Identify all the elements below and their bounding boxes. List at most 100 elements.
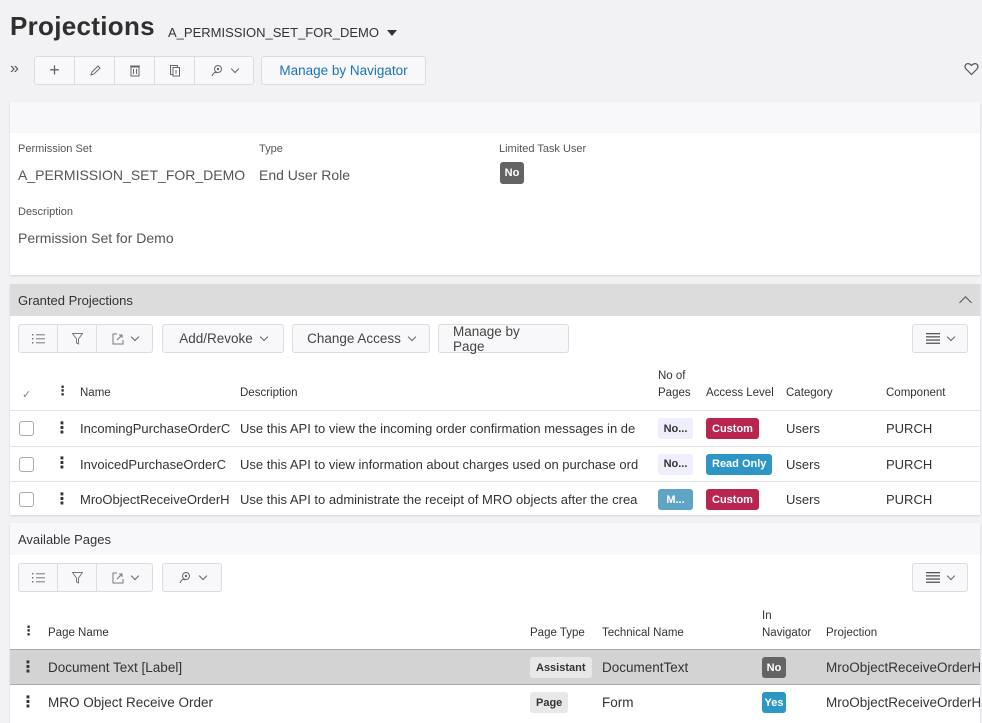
row-menu-icon[interactable]: ⋮ — [54, 447, 70, 482]
column-header-name[interactable]: Name — [80, 385, 111, 402]
in-navigator-line1: In — [762, 610, 772, 622]
access-level-badge: Custom — [706, 418, 759, 439]
column-settings-button[interactable] — [912, 563, 968, 592]
user-action-menu[interactable] — [195, 57, 253, 84]
cell-category: Users — [786, 456, 820, 472]
cell-page-name[interactable]: Document Text [Label] — [48, 650, 182, 685]
cell-component: PURCH — [886, 456, 933, 472]
column-header-projection[interactable]: Projection — [826, 625, 877, 642]
no-of-pages-badge: No... — [658, 453, 693, 475]
cell-component: PURCH — [886, 492, 933, 507]
column-header-technical-name[interactable]: Technical Name — [602, 625, 684, 642]
table-row[interactable]: ⋮ MroObjectReceiveOrderH Use this API to a… — [10, 481, 980, 516]
column-header-page-type[interactable]: Page Type — [530, 625, 585, 642]
no-of-pages-badge: M... — [658, 489, 693, 510]
description-label: Description — [18, 206, 74, 218]
granted-projections-header[interactable]: Granted Projections — [10, 284, 980, 316]
limited-task-user-badge: No — [500, 162, 524, 184]
table-row[interactable]: ⋮ IncomingPurchaseOrderC Use this API to v… — [10, 410, 980, 445]
page-type-badge: Page — [530, 692, 569, 713]
add-revoke-button[interactable]: Add/Revoke — [162, 324, 284, 353]
user-action-icon — [211, 65, 222, 77]
row-menu-icon[interactable]: ⋮ — [54, 482, 70, 517]
record-toolbar: + — [34, 56, 254, 85]
column-header-category[interactable]: Category — [786, 385, 833, 402]
row-menu-icon[interactable]: ⋮ — [54, 411, 70, 446]
cell-projection: MroObjectReceiveOrderH — [826, 695, 980, 710]
access-level-badge: Read Only — [706, 453, 773, 475]
column-header-page-name[interactable]: Page Name — [48, 625, 109, 642]
export-icon — [112, 572, 123, 583]
chevron-down-icon — [259, 332, 269, 342]
user-action-menu[interactable] — [163, 564, 221, 591]
export-icon — [112, 333, 123, 344]
column-header-description[interactable]: Description — [240, 385, 298, 402]
cell-page-name[interactable]: MRO Object Receive Order — [48, 685, 213, 720]
export-menu[interactable] — [97, 564, 152, 591]
user-action-icon — [179, 572, 190, 584]
row-menu-icon[interactable]: ⋮ — [20, 685, 36, 720]
filter-icon[interactable] — [58, 325, 97, 352]
permission-set-value: A_PERMISSION_SET_FOR_DEMO — [18, 167, 246, 183]
add-revoke-label: Add/Revoke — [179, 331, 253, 346]
cell-category: Users — [786, 492, 820, 507]
row-checkbox[interactable] — [19, 492, 34, 507]
change-access-label: Change Access — [307, 331, 401, 346]
row-menu-icon[interactable]: ⋮ — [20, 650, 36, 685]
filter-icon[interactable] — [58, 564, 97, 591]
page-title: Projections — [10, 11, 155, 41]
in-navigator-badge: Yes — [762, 692, 786, 713]
column-header-access-level[interactable]: Access Level — [706, 385, 774, 402]
cell-name[interactable]: InvoicedPurchaseOrderC — [80, 447, 230, 482]
column-settings-button[interactable] — [912, 324, 968, 353]
column-header-no-of-pages[interactable]: No of Pages — [658, 368, 691, 402]
export-menu[interactable] — [97, 325, 152, 352]
delete-icon[interactable] — [115, 57, 155, 84]
limited-task-user-label: Limited Task User — [499, 143, 587, 155]
add-icon[interactable]: + — [35, 57, 75, 84]
cell-description: Use this API to administrate the receipt… — [240, 492, 638, 507]
density-icon — [926, 572, 940, 583]
cell-technical-name: DocumentText — [602, 660, 689, 675]
edit-icon[interactable] — [75, 57, 115, 84]
cell-technical-name: Form — [602, 695, 634, 710]
cell-component: PURCH — [886, 421, 933, 436]
details-card: Permission Set A_PERMISSION_SET_FOR_DEMO… — [10, 102, 980, 275]
pages-user-action-group — [162, 563, 222, 592]
granted-projections-section: Granted Projections Add/Revoke Change Ac… — [10, 284, 980, 515]
cell-description: Use this API to view the incoming order … — [240, 421, 636, 436]
select-all-check-icon[interactable]: ✓ — [22, 388, 31, 401]
page-type-badge: Assistant — [530, 657, 592, 678]
change-access-button[interactable]: Change Access — [292, 324, 430, 353]
duplicate-icon[interactable] — [155, 57, 195, 84]
manage-by-navigator-button[interactable]: Manage by Navigator — [261, 56, 426, 85]
heart-icon[interactable] — [964, 62, 979, 81]
column-menu-icon[interactable]: ⋮ — [56, 384, 69, 397]
cell-projection: MroObjectReceiveOrderH — [826, 660, 980, 675]
collapse-icon[interactable] — [959, 295, 972, 309]
column-menu-icon[interactable]: ⋮ — [22, 624, 35, 637]
access-level-badge: Custom — [706, 489, 759, 510]
cell-name[interactable]: IncomingPurchaseOrderC — [80, 411, 230, 446]
in-navigator-line2: Navigator — [762, 627, 812, 639]
expand-icon[interactable]: » — [10, 60, 19, 78]
granted-projections-title: Granted Projections — [18, 292, 133, 308]
row-checkbox[interactable] — [19, 456, 34, 472]
table-row[interactable]: ⋮ Document Text [Label] Assistant DocumentT… — [10, 649, 980, 684]
row-checkbox[interactable] — [19, 421, 34, 436]
manage-by-page-button[interactable]: Manage by Page — [438, 324, 569, 354]
list-icon[interactable] — [19, 564, 58, 591]
record-selector[interactable]: A_PERMISSION_SET_FOR_DEMO — [168, 25, 397, 40]
table-row[interactable]: ⋮ InvoicedPurchaseOrderC Use this API to v… — [10, 445, 980, 482]
chevron-down-icon — [407, 332, 417, 342]
table-row[interactable]: ⋮ MRO Object Receive Order Page Form Yes MroO… — [10, 684, 980, 719]
available-pages-header: Available Pages — [10, 523, 980, 555]
type-label: Type — [259, 143, 283, 155]
record-selector-value: A_PERMISSION_SET_FOR_DEMO — [168, 25, 379, 40]
column-header-in-navigator[interactable]: In Navigator — [762, 608, 811, 642]
list-icon[interactable] — [19, 325, 58, 352]
caret-down-icon — [386, 29, 397, 36]
cell-name[interactable]: MroObjectReceiveOrderH — [80, 482, 230, 517]
column-header-component[interactable]: Component — [886, 385, 945, 402]
available-pages-title: Available Pages — [18, 531, 111, 547]
